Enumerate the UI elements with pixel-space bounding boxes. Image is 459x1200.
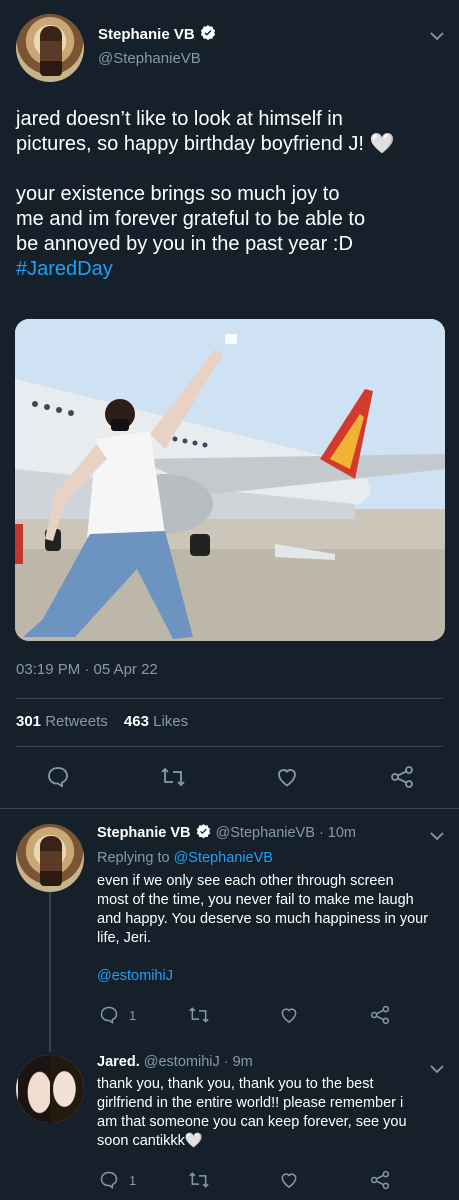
replying-to-prefix: Replying to — [97, 850, 170, 866]
reply-author-handle[interactable]: @StephanieVB — [216, 825, 315, 841]
retweet-icon[interactable] — [188, 1170, 210, 1195]
reply-text-line: most of the time, you never fail to make… — [97, 892, 414, 908]
tweet-stats: 301 Retweets 463 Likes — [16, 713, 188, 730]
reply-text-line: girlfriend in the entire world!! please … — [97, 1095, 404, 1111]
reply-header: Jared. @estomihiJ · 9m — [97, 1054, 253, 1070]
tweet-text-line: pictures, so happy birthday boyfriend J!… — [16, 133, 395, 155]
reply-text: thank you, thank you, thank you to the b… — [97, 1075, 447, 1151]
reply-text-line: and happy. You deserve so much happiness… — [97, 911, 429, 927]
reply-button[interactable]: 1 — [99, 1005, 136, 1025]
share-icon[interactable] — [369, 1005, 391, 1030]
tweet-text-line: jared doesn’t like to look at himself in — [16, 108, 343, 130]
reply-count: 1 — [129, 1172, 137, 1188]
share-icon[interactable] — [369, 1170, 391, 1195]
reply-icon — [100, 1171, 118, 1189]
reply-icon — [100, 1006, 118, 1024]
likes-count: 463 — [123, 713, 149, 730]
mention-link[interactable]: @estomihiJ — [97, 967, 447, 986]
verified-badge-icon — [195, 823, 212, 844]
replying-to: Replying to @StephanieVB — [97, 849, 273, 868]
retweet-icon[interactable] — [160, 765, 186, 789]
reply-author-name[interactable]: Stephanie VB — [97, 825, 190, 841]
reply-button[interactable]: 1 — [99, 1170, 136, 1190]
likes-stat[interactable]: 463 Likes — [124, 713, 188, 730]
like-heart-icon[interactable] — [275, 765, 299, 789]
tweet-text: jared doesn’t like to look at himself in… — [16, 107, 446, 282]
reply-author-handle[interactable]: @estomihiJ — [144, 1054, 220, 1070]
reply-time[interactable]: · 10m — [319, 825, 356, 841]
reply-text-line: even if we only see each other through s… — [97, 873, 394, 889]
reply-text-line: am that someone you can keep forever, se… — [97, 1114, 407, 1130]
author-handle[interactable]: @StephanieVB — [98, 50, 201, 67]
share-icon[interactable] — [389, 765, 415, 789]
divider — [16, 746, 443, 747]
author-name[interactable]: Stephanie VB — [98, 26, 195, 43]
replying-to-link[interactable]: @StephanieVB — [174, 850, 273, 866]
reply-text-line: life, Jeri. — [97, 930, 151, 946]
reply-header: Stephanie VB @StephanieVB · 10m — [97, 823, 356, 844]
reply-time[interactable]: · 9m — [224, 1054, 253, 1070]
tweet-menu-chevron-icon[interactable] — [430, 28, 444, 46]
hashtag-link[interactable]: #JaredDay — [16, 257, 446, 282]
reply-text: even if we only see each other through s… — [97, 872, 447, 986]
retweet-icon[interactable] — [188, 1005, 210, 1030]
divider — [0, 808, 459, 809]
verified-badge-icon — [199, 24, 217, 47]
thread-connector-line — [49, 892, 51, 1052]
author-name-row[interactable]: Stephanie VB — [98, 24, 217, 47]
reply-count: 1 — [129, 1007, 137, 1023]
author-avatar[interactable] — [16, 14, 84, 82]
tweet-timestamp[interactable]: 03:19 PM · 05 Apr 22 — [16, 661, 158, 678]
like-heart-icon[interactable] — [279, 1170, 299, 1195]
reply-text-line: thank you, thank you, thank you to the b… — [97, 1076, 374, 1092]
like-heart-icon[interactable] — [279, 1005, 299, 1030]
retweets-label: Retweets — [45, 713, 108, 730]
tweet-text-line: your existence brings so much joy to — [16, 183, 340, 205]
reply-author-avatar[interactable] — [16, 1055, 84, 1123]
divider — [16, 698, 443, 699]
likes-label: Likes — [153, 713, 189, 730]
tweet-text-line: me and im forever grateful to be able to — [16, 208, 366, 230]
tweet-photo[interactable] — [15, 319, 445, 641]
tweet-text-line: be annoyed by you in the past year :D — [16, 233, 353, 255]
reply-text-line: soon cantikkk🤍 — [97, 1133, 203, 1149]
reply-author-name[interactable]: Jared. — [97, 1054, 140, 1070]
retweets-count: 301 — [16, 713, 42, 730]
reply-icon[interactable] — [46, 765, 70, 789]
reply-author-avatar[interactable] — [16, 824, 84, 892]
retweets-stat[interactable]: 301 Retweets — [16, 713, 108, 730]
reply-menu-chevron-icon[interactable] — [430, 828, 444, 846]
